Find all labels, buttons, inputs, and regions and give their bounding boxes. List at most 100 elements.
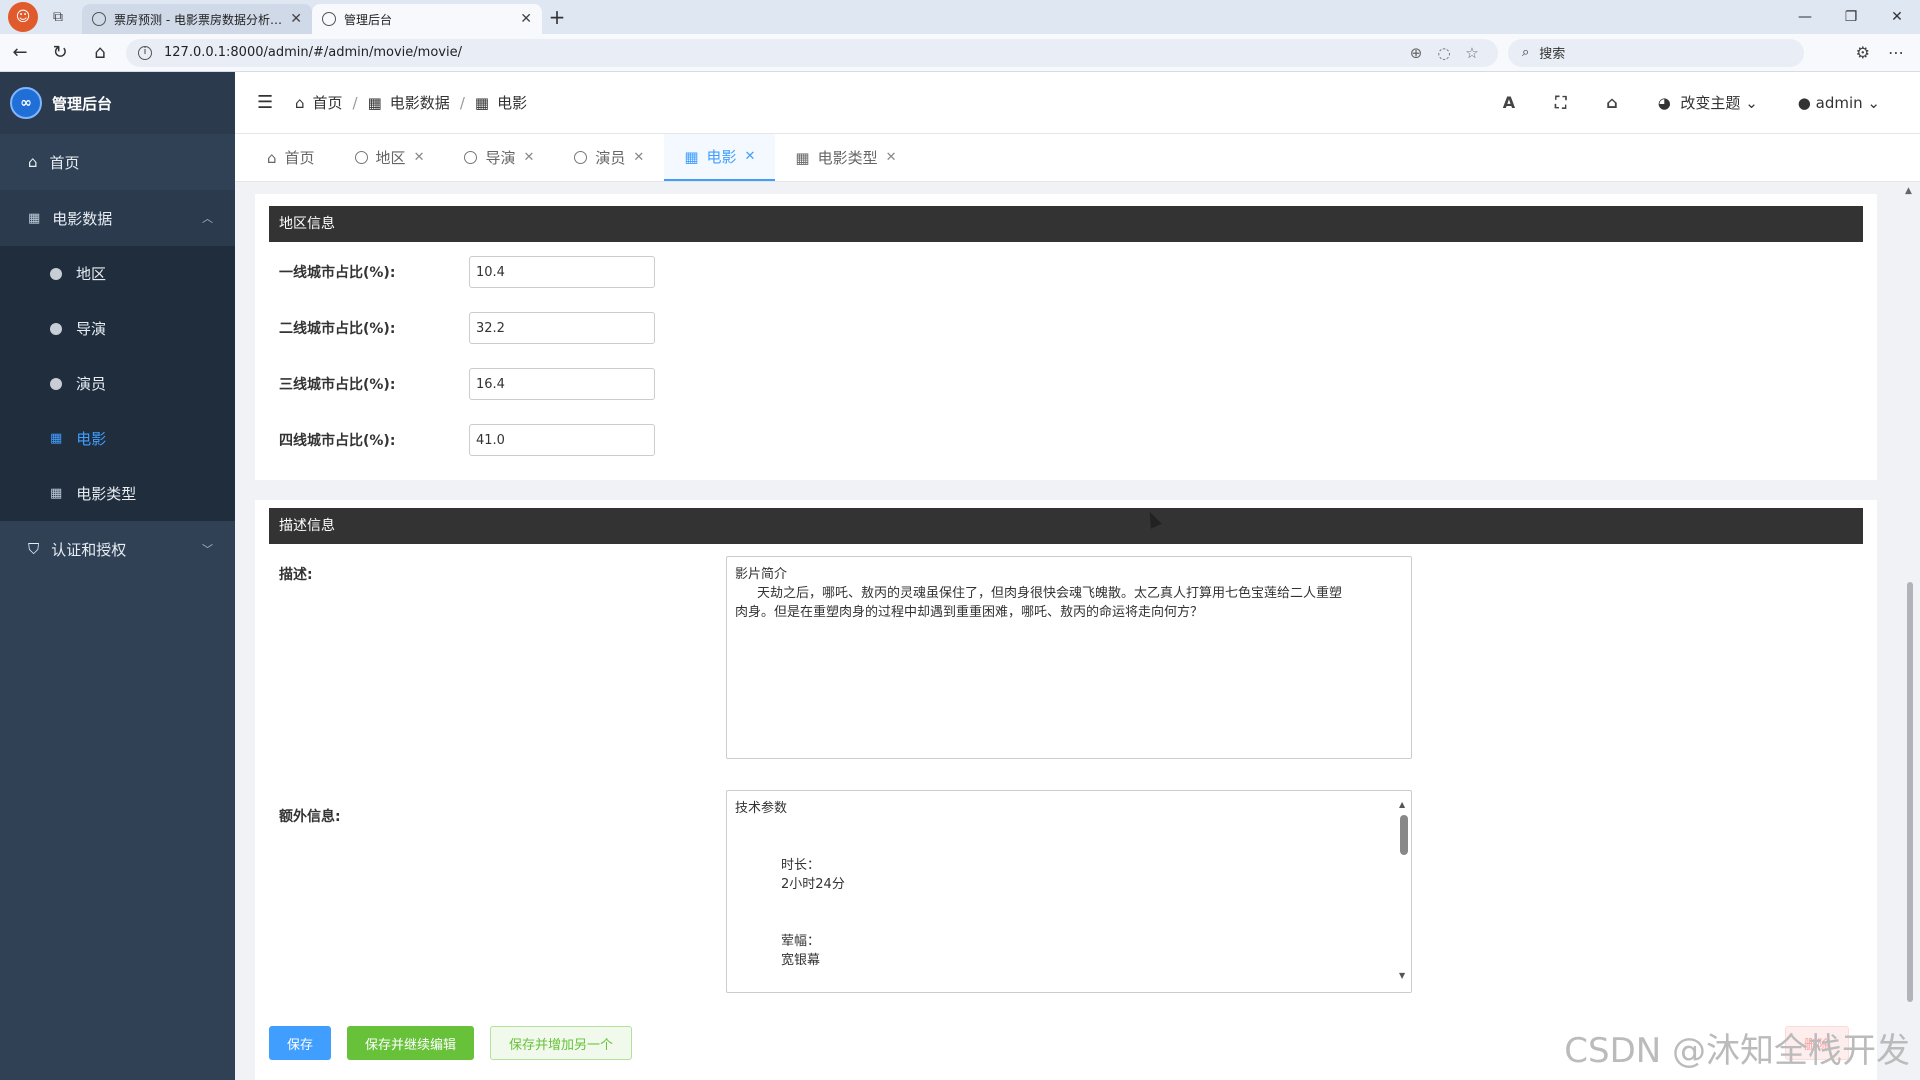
browser-tab-2[interactable]: 管理后台 ✕ [312,4,542,34]
save-add-another-button[interactable]: 保存并增加另一个 [490,1026,633,1060]
chevron-down-icon: ⌄ [1745,94,1758,112]
scroll-thumb[interactable] [1907,582,1913,1002]
save-continue-button[interactable]: 保存并继续编辑 [347,1026,475,1060]
grid-icon: ▦ [28,210,41,226]
workspaces-icon[interactable]: ⧉ [44,3,72,31]
field-label: 一线城市占比(%): [279,265,396,281]
url-input[interactable]: i 127.0.0.1:8000/admin/#/admin/movie/mov… [126,38,1498,67]
close-window-icon[interactable]: ✕ [1874,9,1920,25]
sidebar-item-director[interactable]: 导演 [0,301,235,356]
sidebar-item-movie[interactable]: ▦ 电影 [0,411,235,466]
sidebar-item-auth[interactable]: ⛉ 认证和授权 ﹀ [0,521,235,577]
shield-icon: ⛉ [28,540,40,558]
page-tabs: ⌂ 首页 地区 ✕ 导演 ✕ 演员 ✕ ▦ 电影 ✕ ▦ 电影类型 ✕ [235,134,1920,182]
sidebar-item-actor[interactable]: 演员 [0,356,235,411]
description-textarea[interactable]: 影片简介 天劫之后，哪吒、敖丙的灵魂虽保住了，但肉身很快会魂飞魄散。太乙真人打算… [726,556,1412,759]
theme-selector[interactable]: ◕ 改变主题 ⌄ [1658,92,1758,113]
close-icon[interactable]: ✕ [886,150,897,165]
scroll-up-icon[interactable]: ▲ [1399,795,1405,814]
sidebar-brand[interactable]: ∞ 管理后台 [0,72,235,134]
region-panel: 地区信息 一线城市占比(%): 10.4 二线城市占比(%): 32.2 三线城… [255,194,1877,480]
tab-actor[interactable]: 演员 ✕ [554,134,664,181]
scroll-thumb[interactable] [1400,815,1408,855]
palette-icon: ◕ [1657,94,1671,112]
submenu-movie-data: 地区 导演 演员 ▦ 电影 ▦ 电影类型 [0,246,235,521]
tier4-input[interactable]: 41.0 [469,424,655,456]
sidebar-item-label: 电影 [76,430,107,448]
browser-tab-1[interactable]: 票房预测 - 电影票房数据分析系统 ✕ [82,4,312,34]
text-line: 技术参数 [735,801,788,816]
tab-movie[interactable]: ▦ 电影 ✕ [664,134,776,181]
tab-region[interactable]: 地区 ✕ [335,134,445,181]
close-icon[interactable]: ✕ [523,150,534,165]
logo-icon: ∞ [10,87,42,119]
extra-info-textarea[interactable]: 技术参数 时长： 2小时24分 荤幅： 宽银幕 ▲ ▼ [726,790,1412,993]
refresh-icon[interactable]: ↻ [40,42,80,63]
minimize-icon[interactable]: — [1782,9,1828,25]
save-button[interactable]: 保存 [269,1026,332,1060]
reader-icon[interactable]: ◌ [1430,44,1458,62]
scroll-up-icon[interactable]: ▲ [1905,186,1912,196]
browser-tab-title: 票房预测 - 电影票房数据分析系统 [114,12,283,27]
home-icon: ⌂ [267,148,277,167]
tab-label: 电影类型 [817,149,878,167]
sidebar-item-movie-type[interactable]: ▦ 电影类型 [0,466,235,521]
tab-label: 地区 [375,149,406,167]
sidebar-item-region[interactable]: 地区 [0,246,235,301]
grid-icon: ▦ [50,486,63,501]
grid-icon: ▦ [795,148,810,167]
search-icon: ⌕ [1522,45,1530,60]
home-icon[interactable]: ⌂ [1606,93,1617,112]
window-controls: — ❐ ✕ [1782,9,1920,25]
tab-home[interactable]: ⌂ 首页 [247,134,335,181]
scroll-down-icon[interactable]: ▼ [1399,966,1405,985]
close-icon[interactable]: ✕ [745,149,756,164]
field-label: 四线城市占比(%): [279,433,396,449]
close-icon[interactable]: ✕ [414,150,425,165]
zoom-icon[interactable]: ⊕ [1402,44,1430,62]
tab-label: 导演 [485,149,516,167]
new-tab-button[interactable]: + [542,2,572,32]
profile-avatar-icon[interactable]: ☺ [8,2,38,32]
textarea-scrollbar[interactable]: ▲ ▼ [1399,795,1409,985]
page-scrollbar[interactable]: ▲ [1903,182,1917,1080]
circle-icon [50,267,62,280]
breadcrumb-item[interactable]: 电影数据 [390,92,450,113]
breadcrumb-item[interactable]: 首页 [313,92,343,113]
field-label: 三线城市占比(%): [279,377,396,393]
home-icon: ⌂ [28,153,38,171]
tier2-input[interactable]: 32.2 [469,312,655,344]
user-name: admin [1815,93,1863,112]
field-label: 额外信息: [279,809,341,825]
extensions-icon[interactable]: ⚙ [1856,43,1870,62]
search-input[interactable]: ⌕ 搜索 [1508,38,1804,67]
form-row: 四线城市占比(%): 41.0 [279,424,655,456]
more-icon[interactable]: ⋯ [1888,43,1904,62]
sidebar-item-label: 认证和授权 [51,540,127,559]
tab-movie-type[interactable]: ▦ 电影类型 ✕ [775,134,916,181]
back-icon[interactable]: ← [0,42,40,63]
close-icon[interactable]: ✕ [520,11,532,27]
menu-toggle-icon[interactable]: ☰ [257,92,287,113]
home-icon[interactable]: ⌂ [80,42,120,63]
tab-label: 电影 [706,148,737,166]
tier1-input[interactable]: 10.4 [469,256,655,288]
sidebar-item-label: 演员 [76,375,107,393]
circle-icon [464,151,478,164]
star-icon[interactable]: ☆ [1458,44,1486,62]
font-size-icon[interactable]: A [1503,93,1515,112]
tab-director[interactable]: 导演 ✕ [444,134,554,181]
sidebar-item-movie-data[interactable]: ▦ 电影数据 ︿ [0,190,235,246]
sidebar-item-label: 电影数据 [52,209,113,228]
close-icon[interactable]: ✕ [290,11,302,27]
text-line: 影片简介 [735,567,788,582]
breadcrumb-item: 电影 [497,94,528,112]
site-info-icon[interactable]: i [138,45,152,60]
user-menu[interactable]: ● admin ⌄ [1798,94,1880,112]
fullscreen-icon[interactable]: ⛶ [1555,93,1566,113]
chevron-down-icon: ⌄ [1867,93,1880,112]
tier3-input[interactable]: 16.4 [469,368,655,400]
close-icon[interactable]: ✕ [633,150,644,165]
restore-icon[interactable]: ❐ [1828,9,1874,25]
sidebar-item-home[interactable]: ⌂ 首页 [0,134,235,190]
